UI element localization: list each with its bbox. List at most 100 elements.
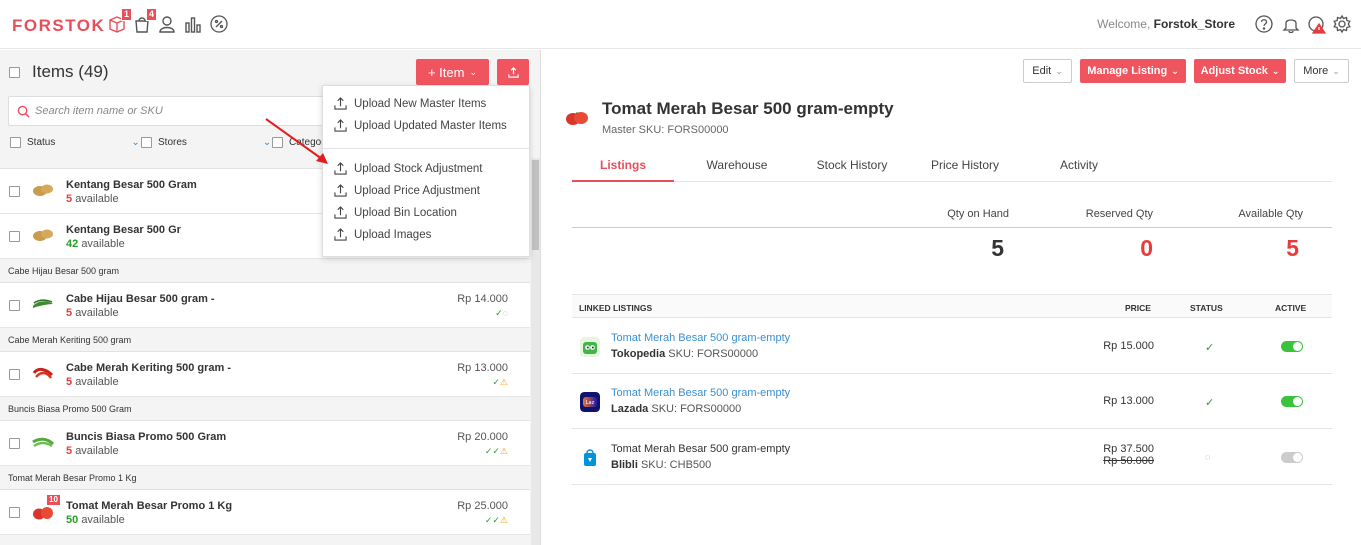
- box-icon[interactable]: 1: [106, 8, 132, 35]
- listing-name[interactable]: Tomat Merah Besar 500 gram-empty: [611, 387, 790, 399]
- list-item[interactable]: Cabe Hijau Besar 500 gram - 5 available Rp…: [0, 283, 530, 328]
- tab-activity[interactable]: Activity: [1029, 158, 1129, 172]
- listing-name[interactable]: Tomat Merah Besar 500 gram-empty: [611, 443, 790, 455]
- item-checkbox[interactable]: [9, 438, 20, 449]
- list-item[interactable]: 10 Tomat Merah Besar Promo 1 Kg 50 availab…: [0, 490, 530, 535]
- chart-icon[interactable]: [182, 13, 204, 35]
- upload-images[interactable]: Upload Images: [334, 228, 431, 241]
- upload-dropdown: Upload New Master Items Upload Updated M…: [322, 85, 530, 257]
- list-scrollbar[interactable]: [531, 158, 540, 545]
- channel-name: Blibli: [611, 459, 638, 471]
- listing-price: Rp 13.000: [1103, 395, 1154, 407]
- bell-icon[interactable]: [1280, 13, 1302, 35]
- listing-row: Tomat Merah Besar 500 gram-empty Blibli …: [572, 430, 1332, 485]
- adjust-stock-button[interactable]: Adjust Stock ⌄: [1194, 59, 1286, 83]
- item-price: Rp 13.000: [457, 362, 508, 374]
- item-checkbox[interactable]: [9, 231, 20, 242]
- bag-icon[interactable]: 4: [131, 8, 157, 35]
- discount-icon[interactable]: [208, 13, 230, 35]
- upload-icon: [334, 119, 347, 132]
- help-icon[interactable]: [1253, 13, 1275, 35]
- current-price: Rp 37.500: [1103, 443, 1154, 455]
- qty-on-hand-value: 5: [991, 235, 1004, 261]
- green-chili-thumbnail: [33, 299, 53, 308]
- detail-tabs: Listings Warehouse Stock History Price H…: [572, 150, 1332, 182]
- potato-thumbnail: [33, 229, 53, 241]
- tab-warehouse[interactable]: Warehouse: [687, 158, 787, 172]
- status-check-icon: ✓: [1205, 397, 1215, 409]
- available-label: available: [75, 376, 119, 388]
- manage-listing-button[interactable]: Manage Listing ⌄: [1080, 59, 1186, 83]
- qty-on-hand-label: Qty on Hand: [947, 208, 1009, 220]
- available-label: available: [75, 445, 119, 457]
- listing-price: Rp 37.500 Rp 50.000: [1103, 443, 1154, 467]
- old-price: Rp 50.000: [1103, 455, 1154, 467]
- reserved-qty-value: 0: [1140, 235, 1153, 261]
- upload-price-adjustment[interactable]: Upload Price Adjustment: [334, 184, 480, 197]
- upload-icon: [507, 66, 519, 78]
- list-item[interactable]: Cabe Merah Keriting 500 gram - 5 availabl…: [0, 352, 530, 397]
- upload-updated-master-items[interactable]: Upload Updated Master Items: [334, 119, 507, 132]
- channel-name: Lazada: [611, 403, 649, 415]
- active-toggle[interactable]: [1281, 396, 1303, 407]
- store-name[interactable]: Forstok_Store: [1154, 17, 1235, 31]
- tab-stock-history[interactable]: Stock History: [802, 158, 902, 172]
- item-name[interactable]: Kentang Besar 500 Gram: [66, 179, 197, 191]
- item-name[interactable]: Buncis Biasa Promo 500 Gram: [66, 431, 226, 443]
- add-item-button[interactable]: + Item ⌄: [416, 59, 489, 85]
- item-availability: 5 available: [66, 376, 119, 388]
- menu-item-label: Upload Bin Location: [354, 206, 457, 219]
- tab-price-history[interactable]: Price History: [915, 158, 1015, 172]
- item-availability: 5 available: [66, 445, 119, 457]
- tokopedia-logo: [580, 337, 600, 357]
- listing-row: Tomat Merah Besar 500 gram-empty Tokoped…: [572, 319, 1332, 374]
- item-checkbox[interactable]: [9, 186, 20, 197]
- svg-text:Laz: Laz: [586, 400, 595, 406]
- item-name[interactable]: Tomat Merah Besar Promo 1 Kg: [66, 500, 232, 512]
- select-all-checkbox[interactable]: [9, 67, 20, 78]
- alert-icon[interactable]: [1306, 13, 1328, 35]
- listing-row: Laz Tomat Merah Besar 500 gram-empty Laz…: [572, 374, 1332, 429]
- chevron-down-icon: ⌄: [131, 137, 140, 148]
- listing-sku: SKU: CHB500: [640, 459, 712, 471]
- status-checkbox[interactable]: [10, 137, 21, 148]
- user-icon[interactable]: [156, 13, 178, 35]
- forstok-logo[interactable]: FORSTOK: [12, 16, 105, 36]
- available-label: available: [75, 193, 119, 205]
- upload-button[interactable]: [497, 59, 529, 85]
- listing-sku: SKU: FORS00000: [651, 403, 742, 415]
- status-filter[interactable]: Status ⌄: [10, 137, 140, 148]
- upload-bin-location[interactable]: Upload Bin Location: [334, 206, 457, 219]
- item-name[interactable]: Cabe Merah Keriting 500 gram -: [66, 362, 231, 374]
- stores-filter[interactable]: Stores ⌄: [141, 137, 271, 148]
- available-qty-label: Available Qty: [1238, 208, 1303, 220]
- stores-checkbox[interactable]: [141, 137, 152, 148]
- active-toggle[interactable]: [1281, 341, 1303, 352]
- active-toggle[interactable]: [1281, 452, 1303, 463]
- more-button[interactable]: More ⌄: [1294, 59, 1349, 83]
- item-name[interactable]: Kentang Besar 500 Gr: [66, 224, 181, 236]
- item-checkbox[interactable]: [9, 507, 20, 518]
- available-count: 5: [66, 193, 73, 205]
- item-name[interactable]: Cabe Hijau Besar 500 gram -: [66, 293, 215, 305]
- upload-icon: [334, 97, 347, 110]
- chevron-down-icon: ⌄: [469, 66, 478, 77]
- edit-button[interactable]: Edit ⌄: [1023, 59, 1072, 83]
- tab-listings[interactable]: Listings: [572, 158, 674, 172]
- scrollbar-thumb[interactable]: [532, 160, 539, 250]
- linked-listings-header: LINKED LISTINGS PRICE STATUS ACTIVE: [572, 294, 1332, 318]
- item-price: Rp 25.000: [457, 500, 508, 512]
- potato-thumbnail: [33, 184, 53, 196]
- list-item[interactable]: Buncis Biasa Promo 500 Gram 5 available Rp…: [0, 421, 530, 466]
- upload-new-master-items[interactable]: Upload New Master Items: [334, 97, 486, 110]
- item-checkbox[interactable]: [9, 369, 20, 380]
- settings-icon[interactable]: [1331, 13, 1353, 35]
- upload-stock-adjustment[interactable]: Upload Stock Adjustment: [334, 162, 483, 175]
- red-chili-thumbnail: [32, 367, 54, 379]
- menu-item-label: Upload New Master Items: [354, 97, 487, 110]
- item-checkbox[interactable]: [9, 300, 20, 311]
- item-availability: 5 available: [66, 193, 119, 205]
- adjust-stock-label: Adjust Stock: [1200, 65, 1268, 77]
- listing-name[interactable]: Tomat Merah Besar 500 gram-empty: [611, 332, 790, 344]
- chevron-down-icon: ⌄: [1055, 65, 1063, 76]
